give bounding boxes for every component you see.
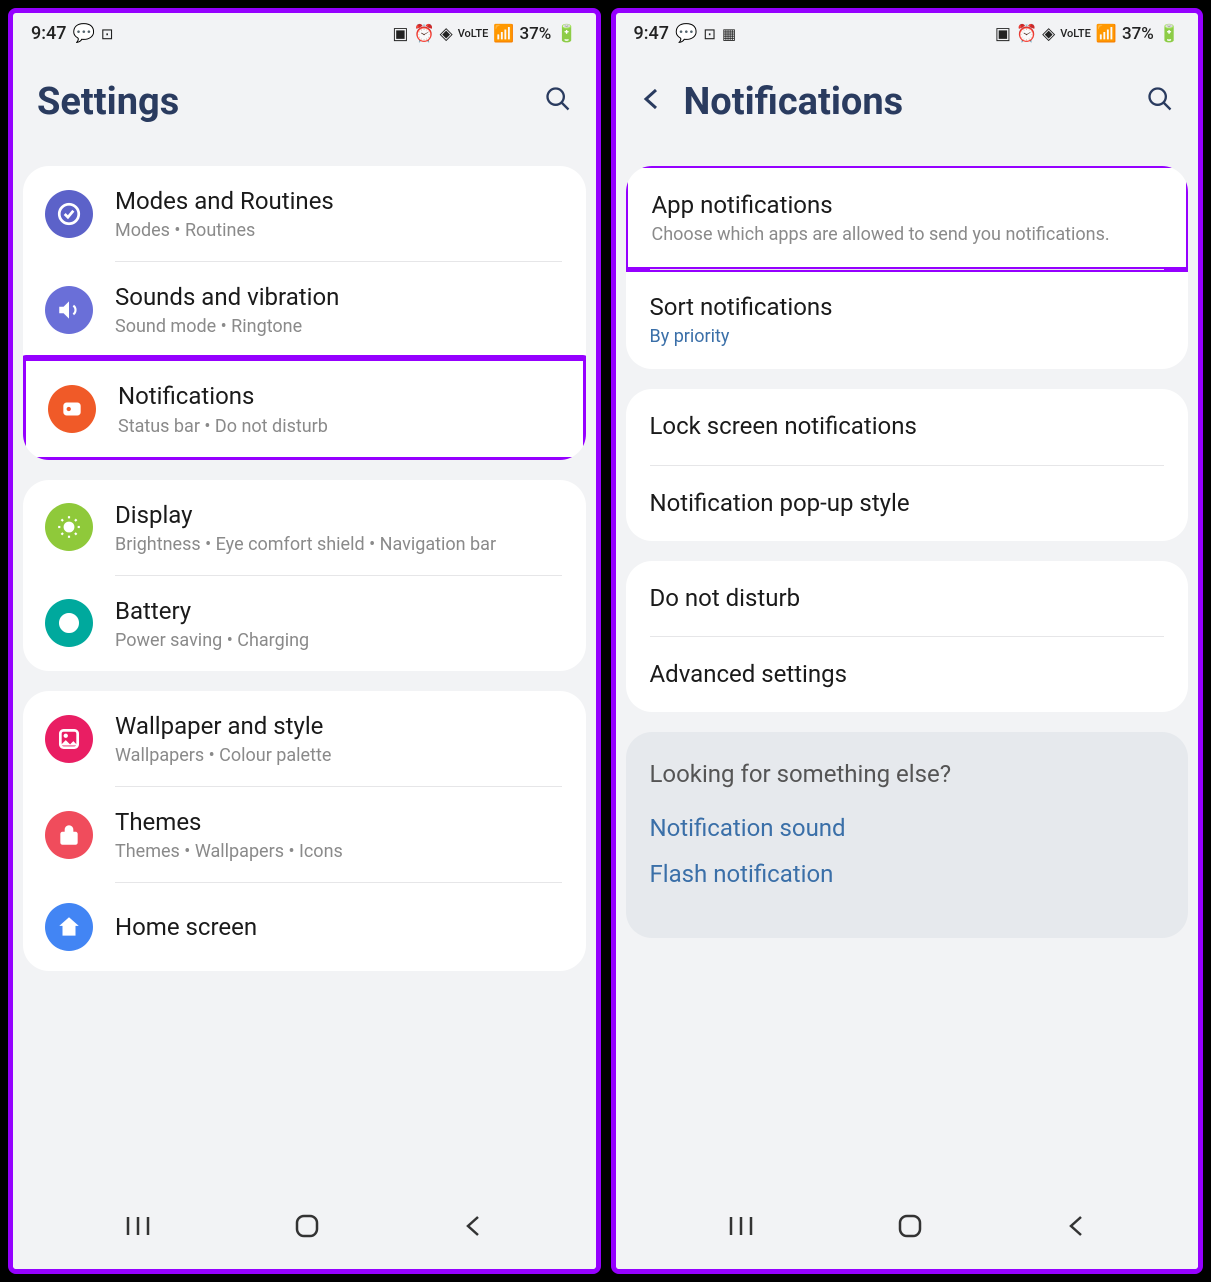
back-button[interactable] xyxy=(462,1214,484,1242)
footer-title: Looking for something else? xyxy=(650,760,1165,788)
row-title: Modes and Routines xyxy=(115,186,564,217)
home-icon xyxy=(45,903,93,951)
status-bar: 9:47 💬 ⊡ ▦ ▣ ⏰ ◈ VoLTE 📶 37% 🔋 xyxy=(616,13,1199,50)
status-bar: 9:47 💬 ⊡ ▣ ⏰ ◈ VoLTE 📶 37% 🔋 xyxy=(13,13,596,50)
row-title: Home screen xyxy=(115,912,564,943)
settings-row-display[interactable]: Display Brightness • Eye comfort shield •… xyxy=(23,480,586,575)
row-title: Wallpaper and style xyxy=(115,711,564,742)
settings-row-notifications[interactable]: Notifications Status bar • Do not disturb xyxy=(26,361,583,456)
row-subtitle: By priority xyxy=(650,326,1165,347)
nfc-icon: ▣ xyxy=(995,24,1011,44)
row-title: Battery xyxy=(115,596,564,627)
status-time: 9:47 xyxy=(634,23,669,44)
row-subtitle: Modes • Routines xyxy=(115,220,564,241)
settings-row-modes-and-routines[interactable]: Modes and Routines Modes • Routines xyxy=(23,166,586,261)
row-subtitle: Brightness • Eye comfort shield • Naviga… xyxy=(115,534,564,555)
settings-group: Display Brightness • Eye comfort shield •… xyxy=(23,480,586,671)
notifications-header: Notifications xyxy=(616,50,1199,166)
instagram-icon: ⊡ xyxy=(703,25,716,43)
page-title: Settings xyxy=(37,80,530,124)
nfc-icon: ▣ xyxy=(392,24,408,44)
volte-icon: VoLTE xyxy=(458,27,489,40)
navigation-bar xyxy=(616,1195,1199,1269)
back-button[interactable] xyxy=(1065,1214,1087,1242)
settings-list: Modes and Routines Modes • Routines Sounds… xyxy=(13,166,596,1195)
row-subtitle: Choose which apps are allowed to send yo… xyxy=(652,224,1163,245)
page-title: Notifications xyxy=(684,80,1133,124)
battery-text: 37% xyxy=(1122,24,1154,44)
notifications-list: App notifications Choose which apps are a… xyxy=(616,166,1199,1195)
notif-row-advanced-settings[interactable]: Advanced settings xyxy=(626,637,1189,712)
notif-group: App notifications Choose which apps are a… xyxy=(626,166,1189,369)
status-time: 9:47 xyxy=(31,23,66,44)
battery-icon xyxy=(45,599,93,647)
settings-row-sounds-and-vibration[interactable]: Sounds and vibration Sound mode • Rington… xyxy=(23,262,586,357)
recents-button[interactable] xyxy=(124,1215,152,1241)
search-icon[interactable] xyxy=(544,85,572,120)
home-button[interactable] xyxy=(897,1213,923,1243)
notif-group: Do not disturb Advanced settings xyxy=(626,561,1189,712)
settings-group: Modes and Routines Modes • Routines Sounds… xyxy=(23,166,586,460)
volte-icon: VoLTE xyxy=(1060,27,1091,40)
settings-group: Wallpaper and style Wallpapers • Colour p… xyxy=(23,691,586,971)
themes-icon xyxy=(45,811,93,859)
notif-row-do-not-disturb[interactable]: Do not disturb xyxy=(626,561,1189,636)
phone-settings: 9:47 💬 ⊡ ▣ ⏰ ◈ VoLTE 📶 37% 🔋 Settings Mo… xyxy=(8,8,601,1274)
row-subtitle: Sound mode • Ringtone xyxy=(115,316,564,337)
row-subtitle: Status bar • Do not disturb xyxy=(118,416,561,437)
notif-row-sort-notifications[interactable]: Sort notifications By priority xyxy=(626,270,1189,369)
row-title: Do not disturb xyxy=(650,583,1165,614)
gallery-icon: ▦ xyxy=(722,25,736,43)
back-icon[interactable] xyxy=(640,87,670,118)
settings-row-home-screen[interactable]: Home screen xyxy=(23,883,586,971)
row-subtitle: Wallpapers • Colour palette xyxy=(115,745,564,766)
row-title: Sounds and vibration xyxy=(115,282,564,313)
settings-header: Settings xyxy=(13,50,596,166)
phone-notifications: 9:47 💬 ⊡ ▦ ▣ ⏰ ◈ VoLTE 📶 37% 🔋 Notificat… xyxy=(611,8,1204,1274)
row-title: Themes xyxy=(115,807,564,838)
row-title: Notifications xyxy=(118,381,561,412)
alarm-icon: ⏰ xyxy=(1016,24,1037,44)
notif-row-notification-pop-up-style[interactable]: Notification pop-up style xyxy=(626,466,1189,541)
settings-row-battery[interactable]: Battery Power saving • Charging xyxy=(23,576,586,671)
alarm-icon: ⏰ xyxy=(413,24,434,44)
row-title: Sort notifications xyxy=(650,292,1165,323)
chat-icon: 💬 xyxy=(72,23,94,44)
battery-text: 37% xyxy=(519,24,551,44)
row-title: Display xyxy=(115,500,564,531)
home-button[interactable] xyxy=(294,1213,320,1243)
notif-group: Lock screen notifications Notification po… xyxy=(626,389,1189,540)
routines-icon xyxy=(45,190,93,238)
search-icon[interactable] xyxy=(1146,85,1174,120)
notif-icon xyxy=(48,385,96,433)
settings-row-themes[interactable]: Themes Themes • Wallpapers • Icons xyxy=(23,787,586,882)
related-links: Looking for something else? Notification … xyxy=(626,732,1189,938)
row-title: Advanced settings xyxy=(650,659,1165,690)
navigation-bar xyxy=(13,1195,596,1269)
signal-icon: 📶 xyxy=(1096,24,1117,44)
row-subtitle: Themes • Wallpapers • Icons xyxy=(115,841,564,862)
footer-link-notification-sound[interactable]: Notification sound xyxy=(650,814,1165,842)
footer-link-flash-notification[interactable]: Flash notification xyxy=(650,860,1165,888)
instagram-icon: ⊡ xyxy=(101,25,114,43)
notif-row-lock-screen-notifications[interactable]: Lock screen notifications xyxy=(626,389,1189,464)
row-title: App notifications xyxy=(652,190,1163,221)
recents-button[interactable] xyxy=(727,1215,755,1241)
display-icon xyxy=(45,503,93,551)
chat-icon: 💬 xyxy=(675,23,697,44)
row-subtitle: Power saving • Charging xyxy=(115,630,564,651)
battery-icon: 🔋 xyxy=(1159,24,1180,44)
settings-row-wallpaper-and-style[interactable]: Wallpaper and style Wallpapers • Colour p… xyxy=(23,691,586,786)
row-title: Notification pop-up style xyxy=(650,488,1165,519)
sound-icon xyxy=(45,286,93,334)
battery-icon: 🔋 xyxy=(556,24,577,44)
wifi-icon: ◈ xyxy=(1042,24,1055,44)
wifi-icon: ◈ xyxy=(440,24,453,44)
wallpaper-icon xyxy=(45,715,93,763)
signal-icon: 📶 xyxy=(493,24,514,44)
notif-row-app-notifications[interactable]: App notifications Choose which apps are a… xyxy=(628,168,1187,267)
row-title: Lock screen notifications xyxy=(650,411,1165,442)
